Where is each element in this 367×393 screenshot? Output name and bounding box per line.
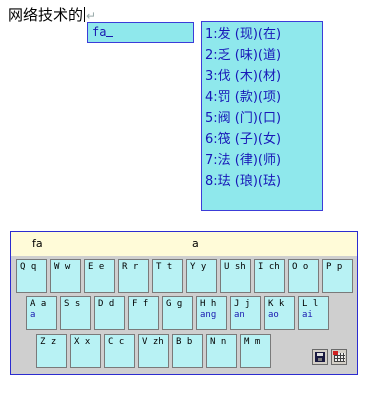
candidate-item[interactable]: 6:筏 (子)(女) (202, 129, 322, 150)
key-e[interactable]: E e (84, 259, 115, 293)
key-label: Q q (20, 262, 37, 272)
key-q[interactable]: Q q (16, 259, 47, 293)
floppy-glyph (315, 352, 325, 362)
key-label: X x (74, 337, 91, 347)
key-f[interactable]: F f (128, 296, 159, 330)
key-l[interactable]: L l ai (298, 296, 329, 330)
key-x[interactable]: X x (70, 334, 101, 368)
key-label: D d (98, 299, 115, 309)
key-label: J j (234, 299, 251, 309)
key-final: ang (200, 310, 217, 320)
candidate-item[interactable]: 8:珐 (琅)(珐) (202, 171, 322, 192)
key-z[interactable]: Z z (36, 334, 67, 368)
key-label: V zh (142, 337, 164, 347)
candidate-item[interactable]: 5:阀 (门)(口) (202, 108, 322, 129)
key-label: C c (108, 337, 125, 347)
key-j[interactable]: J j an (230, 296, 261, 330)
key-c[interactable]: C c (104, 334, 135, 368)
keyboard-status-bar: fa a (11, 232, 357, 256)
key-final: a (30, 310, 36, 320)
key-final: ao (268, 310, 279, 320)
key-k[interactable]: K k ao (264, 296, 295, 330)
key-label: S s (64, 299, 81, 309)
composition-cursor (106, 24, 114, 37)
key-v[interactable]: V zh (138, 334, 169, 368)
key-label: L l (302, 299, 319, 309)
key-label: H h (200, 299, 217, 309)
composition-text: fa (92, 25, 107, 39)
key-i[interactable]: I ch (254, 259, 285, 293)
candidate-item[interactable]: 2:乏 (味)(道) (202, 45, 322, 66)
document-text: 网络技术的 (8, 6, 84, 24)
soft-keyboard: fa a Q q W w E e R r T t Y y U sh I ch O… (10, 231, 358, 375)
key-p[interactable]: P p (322, 259, 353, 293)
soft-keyboard-icon[interactable] (331, 349, 347, 365)
key-y[interactable]: Y y (186, 259, 217, 293)
key-a[interactable]: A aa (26, 296, 57, 330)
key-d[interactable]: D d (94, 296, 125, 330)
key-label: E e (88, 262, 105, 272)
key-label: K k (268, 299, 285, 309)
candidate-item[interactable]: 1:发 (现)(在) (202, 24, 322, 45)
key-label: Z z (40, 337, 57, 347)
key-u[interactable]: U sh (220, 259, 251, 293)
keyboard-grid-glyph (333, 351, 345, 362)
paragraph-mark-icon: ↵ (86, 9, 97, 23)
key-m[interactable]: M m (240, 334, 271, 368)
candidate-item[interactable]: 4:罚 (款)(项) (202, 87, 322, 108)
candidate-window: 1:发 (现)(在) 2:乏 (味)(道) 3:伐 (木)(材) 4:罚 (款)… (201, 21, 323, 211)
key-g[interactable]: G g (162, 296, 193, 330)
key-final: an (234, 310, 245, 320)
key-label: A a (30, 299, 47, 309)
key-s[interactable]: S s (60, 296, 91, 330)
text-caret (84, 7, 86, 22)
candidate-item[interactable]: 3:伐 (木)(材) (202, 66, 322, 87)
floppy-icon[interactable] (312, 349, 328, 365)
key-r[interactable]: R r (118, 259, 149, 293)
key-t[interactable]: T t (152, 259, 183, 293)
key-label: P p (326, 262, 343, 272)
key-final: ai (302, 310, 313, 320)
key-label: Y y (190, 262, 207, 272)
key-label: T t (156, 262, 173, 272)
candidate-item[interactable]: 7:法 (律)(师) (202, 150, 322, 171)
key-label: B b (176, 337, 193, 347)
key-label: U sh (224, 262, 246, 272)
keyboard-code-display: fa (32, 237, 43, 250)
document-text-area[interactable]: 网络技术的 ↵ (8, 4, 96, 25)
key-label: I ch (258, 262, 280, 272)
key-label: R r (122, 262, 139, 272)
key-label: G g (166, 299, 183, 309)
key-n[interactable]: N n (206, 334, 237, 368)
key-label: W w (54, 262, 71, 272)
key-h[interactable]: H h ang (196, 296, 227, 330)
key-w[interactable]: W w (50, 259, 81, 293)
key-label: M m (244, 337, 261, 347)
key-b[interactable]: B b (172, 334, 203, 368)
key-label: N n (210, 337, 227, 347)
key-label: O o (292, 262, 309, 272)
composition-window: fa (87, 22, 194, 43)
key-label: F f (132, 299, 149, 309)
key-o[interactable]: O o (288, 259, 319, 293)
keyboard-hint-display: a (192, 237, 199, 250)
